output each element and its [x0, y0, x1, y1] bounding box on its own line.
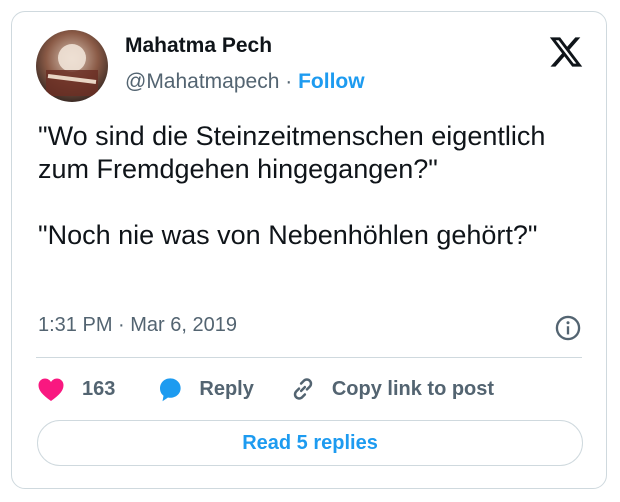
like-button[interactable]: 163 [36, 374, 115, 404]
author-name[interactable]: Mahatma Pech [125, 34, 272, 58]
x-logo-icon[interactable] [548, 34, 584, 70]
read-replies-button[interactable]: Read 5 replies [37, 420, 583, 466]
tweet-text: "Wo sind die Steinzeitmenschen eigentlic… [38, 121, 546, 250]
avatar[interactable] [36, 30, 108, 102]
action-bar: 163 Reply Copy link to post [36, 372, 494, 406]
reply-label: Reply [199, 377, 254, 400]
reply-button[interactable]: Reply [155, 374, 254, 404]
tweet-timestamp[interactable]: 1:31 PM · Mar 6, 2019 [38, 314, 237, 337]
reply-bubble-icon [160, 378, 181, 402]
author-handle[interactable]: @Mahatmapech [125, 70, 279, 93]
follow-button[interactable]: Follow [298, 70, 365, 93]
divider [36, 357, 582, 358]
copy-link-label: Copy link to post [331, 377, 495, 400]
like-count: 163 [82, 377, 116, 400]
author-handle-row: @Mahatmapech · Follow [125, 70, 365, 94]
info-icon[interactable] [554, 314, 582, 342]
copy-link-button[interactable]: Copy link to post [288, 374, 494, 404]
avatar-image [36, 30, 108, 102]
tweet-card: Mahatma Pech @Mahatmapech · Follow "Wo s… [11, 11, 607, 489]
link-icon [293, 378, 313, 400]
read-replies-label: Read 5 replies [242, 431, 378, 454]
heart-icon [38, 378, 64, 401]
handle-separator: · [285, 70, 293, 93]
